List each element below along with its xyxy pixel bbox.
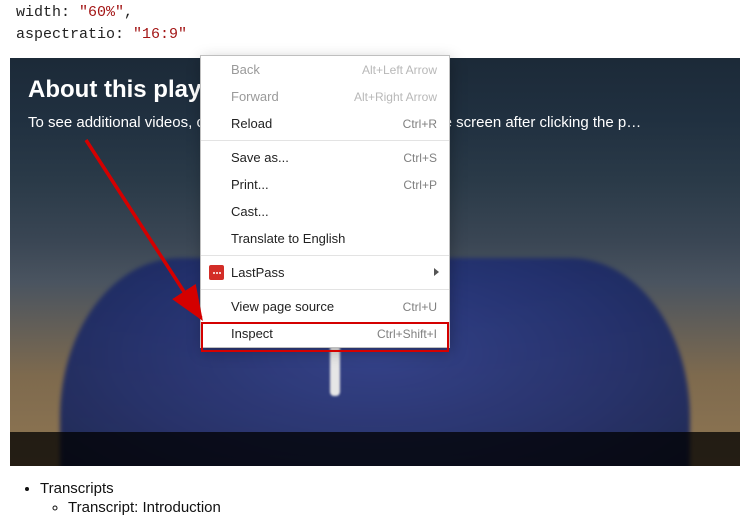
menu-translate[interactable]: Translate to English bbox=[201, 225, 449, 252]
menu-cast-label: Cast... bbox=[231, 204, 437, 219]
transcript-item[interactable]: Transcript: Introduction bbox=[68, 499, 221, 516]
menu-back-shortcut: Alt+Left Arrow bbox=[354, 63, 437, 77]
menu-lastpass-label: LastPass bbox=[231, 265, 437, 280]
menu-save-as[interactable]: Save as... Ctrl+S bbox=[201, 144, 449, 171]
menu-forward-label: Forward bbox=[231, 89, 346, 104]
menu-inspect[interactable]: Inspect Ctrl+Shift+I bbox=[201, 320, 449, 347]
menu-cast[interactable]: Cast... bbox=[201, 198, 449, 225]
menu-reload-shortcut: Ctrl+R bbox=[395, 117, 437, 131]
menu-separator bbox=[201, 255, 449, 256]
menu-viewsource-shortcut: Ctrl+U bbox=[395, 300, 437, 314]
submenu-caret-icon bbox=[434, 268, 439, 276]
menu-reload-label: Reload bbox=[231, 116, 395, 131]
menu-viewsource-label: View page source bbox=[231, 299, 395, 314]
code-val-aspect: "16:9" bbox=[133, 26, 187, 43]
menu-reload[interactable]: Reload Ctrl+R bbox=[201, 110, 449, 137]
menu-back-label: Back bbox=[231, 62, 354, 77]
menu-print-shortcut: Ctrl+P bbox=[395, 178, 437, 192]
menu-print[interactable]: Print... Ctrl+P bbox=[201, 171, 449, 198]
transcripts-section: Transcripts Transcript: Introduction bbox=[18, 480, 221, 516]
code-snippet: width: "60%", aspectratio: "16:9" bbox=[0, 0, 750, 54]
transcripts-heading: Transcripts Transcript: Introduction bbox=[40, 480, 221, 516]
code-val-width: "60%" bbox=[79, 4, 124, 21]
code-comma: , bbox=[124, 4, 133, 21]
menu-back[interactable]: Back Alt+Left Arrow bbox=[201, 56, 449, 83]
menu-print-label: Print... bbox=[231, 177, 395, 192]
menu-view-source[interactable]: View page source Ctrl+U bbox=[201, 293, 449, 320]
code-key-aspect: aspectratio: bbox=[16, 26, 124, 43]
video-controls-bar[interactable] bbox=[10, 432, 740, 466]
menu-lastpass[interactable]: LastPass bbox=[201, 259, 449, 286]
menu-saveas-shortcut: Ctrl+S bbox=[395, 151, 437, 165]
menu-inspect-shortcut: Ctrl+Shift+I bbox=[369, 327, 437, 341]
menu-separator bbox=[201, 140, 449, 141]
lastpass-icon bbox=[209, 265, 224, 280]
menu-inspect-label: Inspect bbox=[231, 326, 369, 341]
menu-translate-label: Translate to English bbox=[231, 231, 437, 246]
code-key-width: width: bbox=[16, 4, 70, 21]
menu-forward[interactable]: Forward Alt+Right Arrow bbox=[201, 83, 449, 110]
menu-forward-shortcut: Alt+Right Arrow bbox=[346, 90, 437, 104]
menu-separator bbox=[201, 289, 449, 290]
context-menu: Back Alt+Left Arrow Forward Alt+Right Ar… bbox=[200, 55, 450, 348]
menu-saveas-label: Save as... bbox=[231, 150, 395, 165]
